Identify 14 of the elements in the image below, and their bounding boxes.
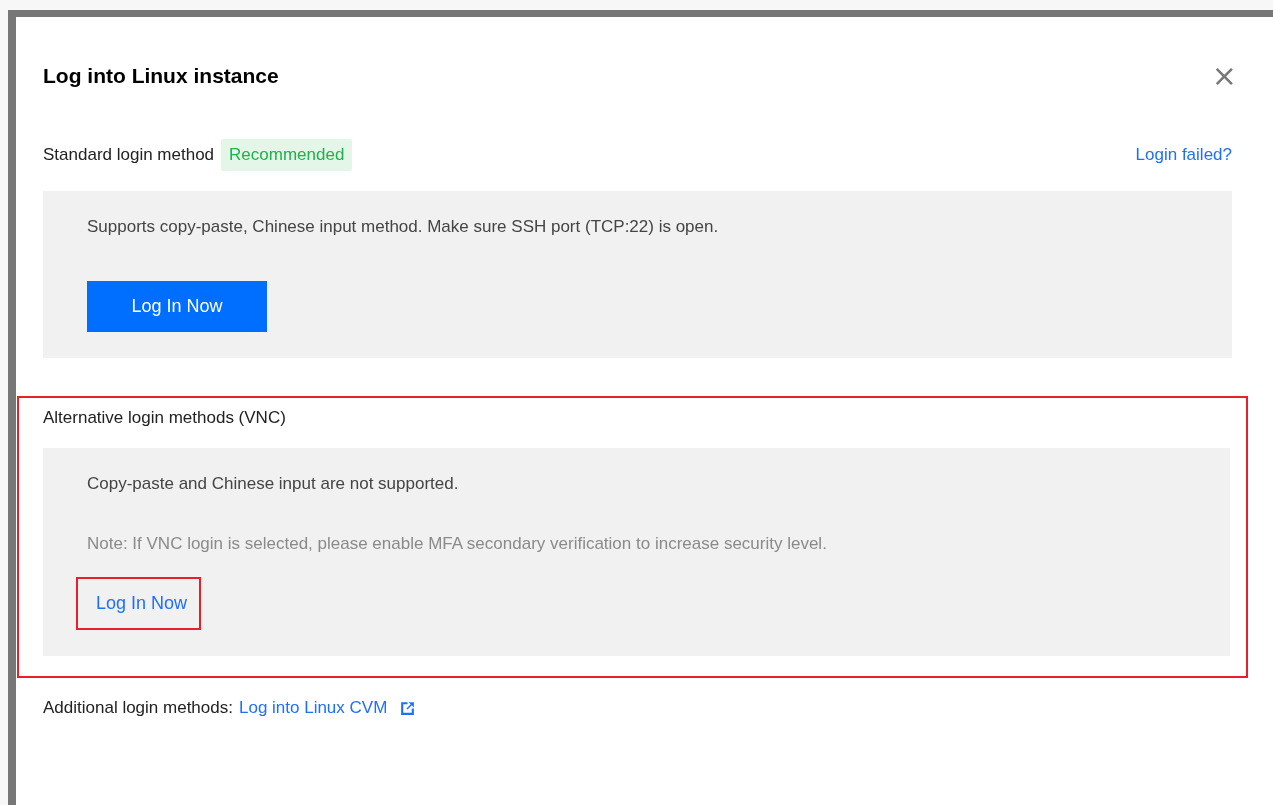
external-link-icon[interactable] <box>399 699 417 717</box>
method-description: Supports copy-paste, Chinese input method. Make sure SSH port (TCP:22) is open. <box>87 217 719 237</box>
close-button[interactable]: × <box>1211 61 1237 91</box>
section-label: Standard login method <box>43 145 215 165</box>
log-in-link[interactable]: Log In Now <box>76 577 202 630</box>
log-in-button[interactable]: Log In Now <box>87 281 267 332</box>
method-description: Copy-paste and Chinese input are not supported. <box>87 474 459 494</box>
linux-cvm-link[interactable]: Log into Linux CVM <box>238 698 388 718</box>
recommended-tag: Recommended <box>221 139 353 171</box>
additional-methods-label: Additional login methods: <box>43 698 233 718</box>
login-failed-link[interactable]: Login failed? <box>1135 145 1232 165</box>
section-label: Alternative login methods (VNC) <box>43 408 287 428</box>
security-note: Note: If VNC login is selected, please enable MFA secondary verification to increase security level. <box>87 534 827 554</box>
dialog-title: Log into Linux instance <box>43 64 279 88</box>
